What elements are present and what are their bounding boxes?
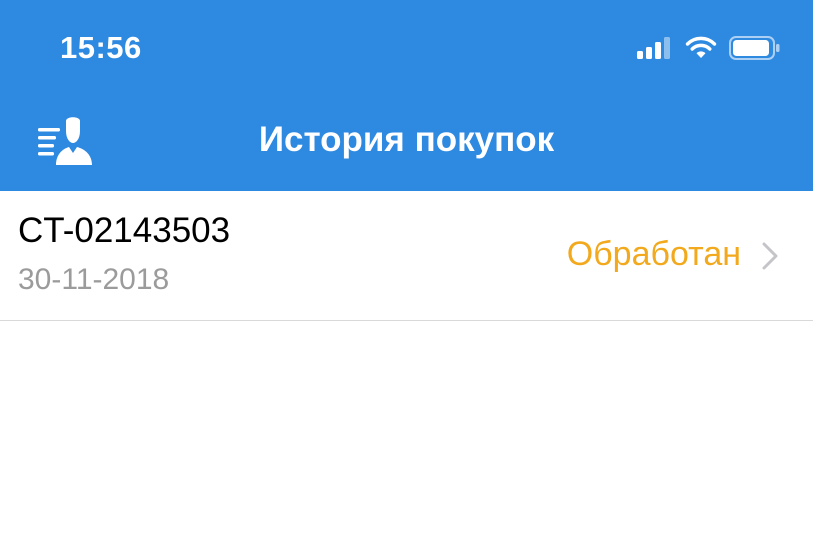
order-status: Обработан (566, 235, 741, 273)
cellular-signal-icon (637, 37, 670, 59)
status-icons (637, 36, 781, 60)
page-title: История покупок (258, 120, 555, 159)
header-bar: 15:56 История покупок (0, 0, 813, 191)
order-number: CT-02143503 (18, 211, 231, 250)
battery-icon (729, 36, 780, 60)
wifi-icon (685, 36, 717, 58)
order-date: 30-11-2018 (18, 263, 170, 296)
purchase-list-item[interactable]: CT-02143503 30-11-2018 Обработан (0, 191, 813, 321)
status-time: 15:56 (60, 30, 142, 65)
chevron-right-icon (762, 242, 778, 270)
